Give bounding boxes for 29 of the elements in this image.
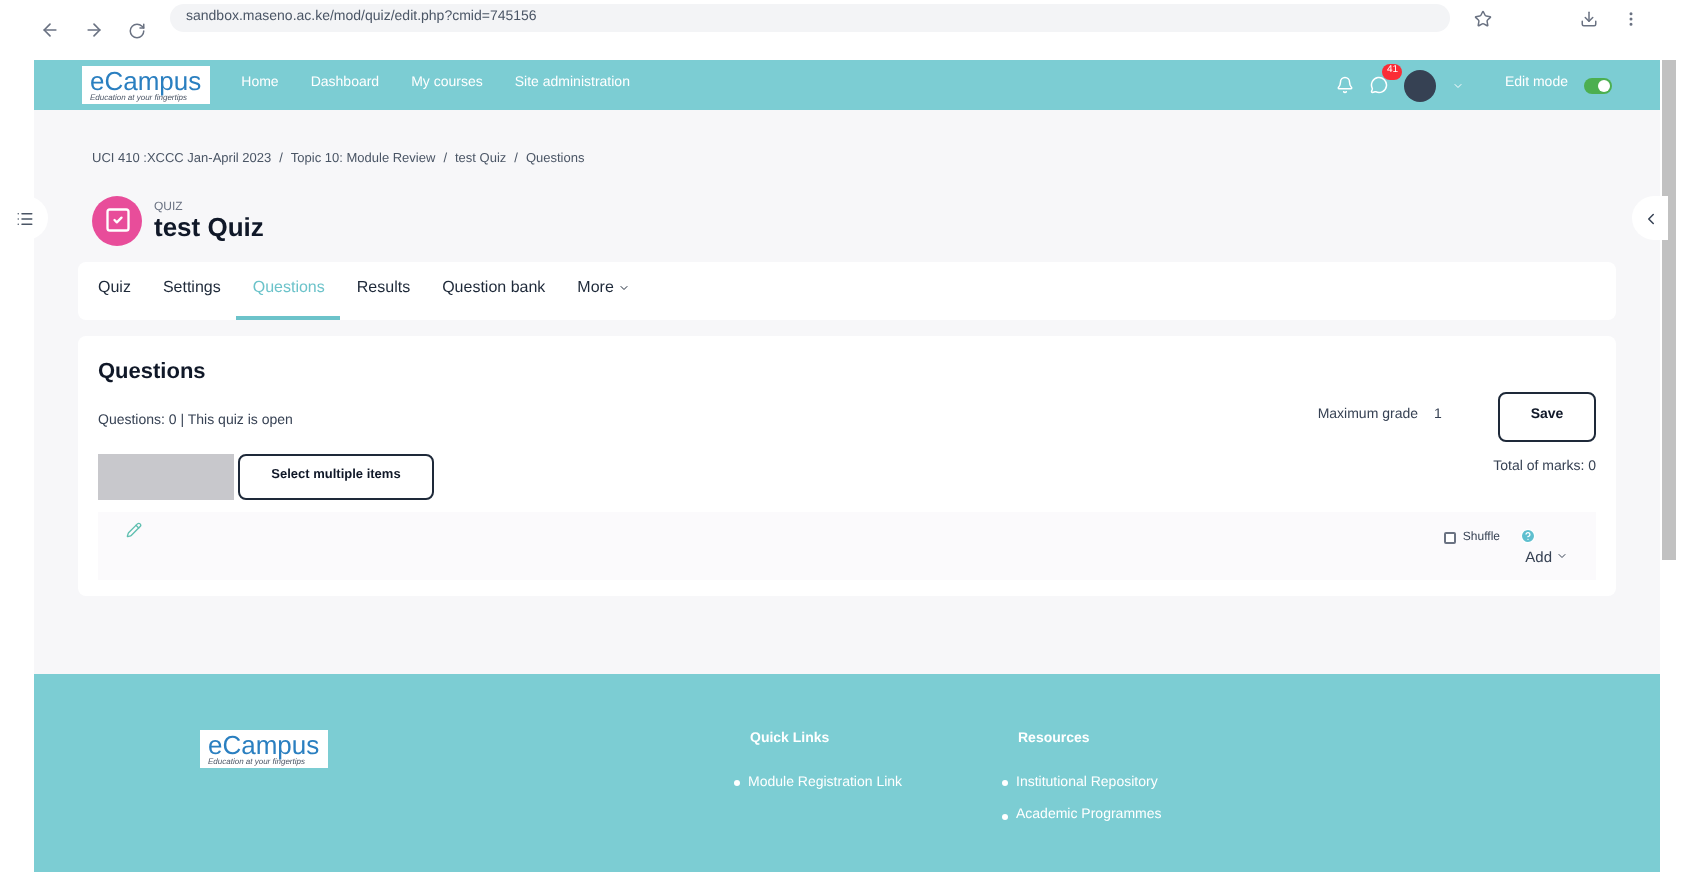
download-icon[interactable] [1580, 9, 1598, 27]
edit-mode-switch[interactable] [1584, 77, 1612, 93]
caret-icon [1556, 550, 1568, 563]
tab[interactable]: Results [340, 261, 427, 320]
drawer-toggle-right[interactable] [1632, 196, 1668, 240]
tab[interactable]: Quiz [82, 261, 147, 320]
section-heading: Questions [98, 357, 208, 388]
tab[interactable]: Question bank [426, 261, 562, 320]
pencil-icon[interactable] [126, 521, 142, 538]
message-icon[interactable] [1370, 76, 1389, 94]
quiz-icon [92, 195, 142, 246]
back-icon[interactable] [40, 20, 60, 40]
bullet-icon [734, 780, 740, 787]
scrollbar-thumb[interactable] [1662, 60, 1676, 560]
help-icon[interactable] [1520, 527, 1536, 544]
reload-icon[interactable] [128, 21, 146, 39]
forward-icon[interactable] [84, 20, 104, 40]
logo-text: eCampus [208, 732, 320, 758]
bookmark-icon[interactable] [1474, 9, 1492, 27]
page-title: test Quiz [154, 213, 264, 240]
bullet-icon [1002, 813, 1008, 820]
list-icon [15, 209, 33, 227]
bullet-icon [1002, 780, 1008, 787]
avatar[interactable] [1404, 69, 1437, 101]
tab[interactable]: More [561, 261, 646, 320]
tab[interactable]: Settings [146, 261, 237, 320]
caret-icon [617, 282, 630, 295]
logo-text: eCampus [90, 68, 202, 94]
shuffle-checkbox[interactable] [1444, 532, 1457, 545]
